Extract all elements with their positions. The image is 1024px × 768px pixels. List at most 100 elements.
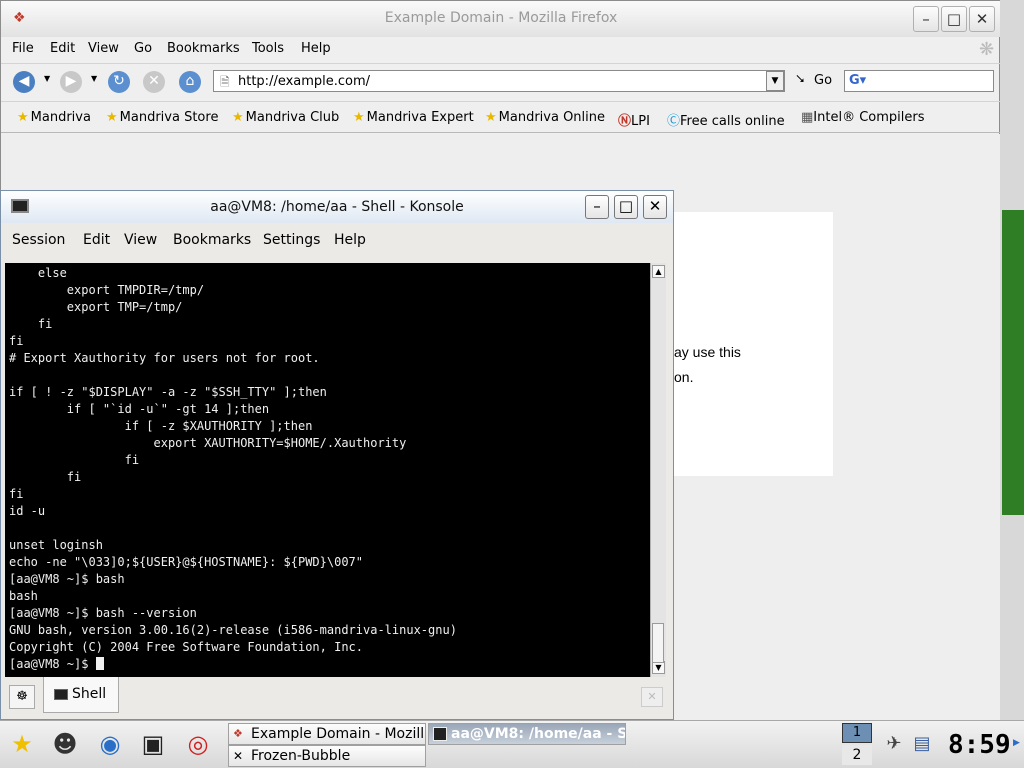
star-icon: ★ [353, 110, 365, 125]
bookmark-mandriva-club[interactable]: ★ Mandriva Club [232, 110, 339, 125]
kmenu-star-icon[interactable]: ★ [6, 728, 38, 760]
terminal-line: id -u [9, 504, 46, 518]
bookmark-mandriva-expert[interactable]: ★ Mandriva Expert [353, 110, 474, 125]
bookmark-intel-compilers[interactable]: ▦Intel® Compilers [801, 110, 925, 125]
star-icon: ★ [485, 110, 497, 125]
terminal-line: fi [124, 453, 140, 467]
terminal-line: [aa@VM8 ~]$ bash --version [9, 606, 197, 620]
terminal-line: # Export Xauthority for users not for ro… [9, 351, 320, 365]
terminal-text: else export TMPDIR=/tmp/ export TMP=/tmp… [9, 265, 457, 673]
terminal-line: if [ "`id -u`" -gt 14 ];then [66, 402, 270, 416]
terminal-prompt: [aa@VM8 ~]$ [9, 657, 96, 671]
scrollbar-thumb[interactable] [652, 623, 664, 663]
minimize-button[interactable]: – [585, 195, 609, 219]
maximize-button[interactable]: □ [941, 6, 967, 32]
bookmark-label: Mandriva [30, 110, 91, 125]
google-search-icon[interactable]: G▾ [849, 73, 866, 88]
desktop-pager-2[interactable]: 2 [842, 745, 872, 765]
search-input[interactable]: G▾ [844, 70, 994, 92]
minimize-button[interactable]: – [913, 6, 939, 32]
new-session-icon[interactable]: ☸ [9, 685, 35, 709]
terminal-line: fi [66, 470, 82, 484]
menu-view[interactable]: View [124, 232, 157, 248]
tab-shell[interactable]: Shell [43, 677, 119, 713]
stop-icon[interactable]: ✕ [143, 71, 165, 93]
terminal-line: if [ -z $XAUTHORITY ];then [124, 419, 313, 433]
task-firefox[interactable]: ❖ Example Domain - Mozilla Firefox [228, 723, 426, 745]
terminal-icon [54, 689, 68, 700]
bookmark-label: Free calls online [680, 114, 785, 129]
terminal-cursor [95, 657, 104, 670]
reload-icon[interactable]: ↻ [108, 71, 130, 93]
back-icon[interactable]: ◀ [13, 71, 35, 93]
tab-shell-label: Shell [72, 686, 107, 702]
terminal-line: export TMP=/tmp/ [66, 300, 183, 314]
firefox-titlebar[interactable]: ❖ Example Domain - Mozilla Firefox – □ ✕ [1, 1, 1001, 37]
x-window-icon: ✕ [233, 749, 244, 763]
page-icon: 🗎 [220, 75, 230, 89]
bookmark-label: Mandriva Store [119, 110, 219, 125]
bookmark-mandriva[interactable]: ★ Mandriva [17, 110, 91, 125]
lpi-icon: Ⓝ [618, 114, 632, 129]
menu-help[interactable]: Help [334, 232, 366, 248]
terminal-line: if [ ! -z "$DISPLAY" -a -z "$SSH_TTY" ];… [9, 385, 327, 399]
display-tray-icon[interactable]: ▤ [906, 728, 938, 760]
task-frozen-bubble[interactable]: ✕ Frozen-Bubble [228, 745, 426, 767]
penguin-icon[interactable]: ☻ [49, 728, 81, 760]
menu-bookmarks[interactable]: Bookmarks [167, 41, 240, 56]
star-icon: ★ [17, 110, 29, 125]
url-dropdown-button[interactable]: ▼ [766, 71, 784, 91]
terminal-launcher-icon[interactable]: ▣ [137, 728, 169, 760]
maximize-button[interactable]: □ [614, 195, 638, 219]
menu-help[interactable]: Help [301, 41, 331, 56]
terminal-line: export XAUTHORITY=$HOME/.Xauthority [153, 436, 407, 450]
url-text: http://example.com/ [238, 74, 371, 89]
taskbar-scroll-icon[interactable]: ▶ [1013, 738, 1020, 748]
terminal-scrollbar[interactable]: ▲ ▼ [650, 263, 666, 677]
konsole-window-title: aa@VM8: /home/aa - Shell - Konsole [210, 199, 464, 215]
clock[interactable]: 8:59 [948, 728, 1011, 762]
terminal-line: echo -ne "\033]0;${USER}@${HOSTNAME}: ${… [9, 555, 364, 569]
page-text-line-1: ay use this [674, 344, 741, 360]
menu-file[interactable]: File [12, 41, 34, 56]
home-icon[interactable]: ⌂ [179, 71, 201, 93]
forward-icon[interactable]: ▶ [60, 71, 82, 93]
terminal-line: fi [9, 334, 24, 348]
close-tab-icon[interactable]: ✕ [641, 687, 663, 707]
menu-tools[interactable]: Tools [252, 41, 284, 56]
bookmark-free-calls[interactable]: ⒸFree calls online [667, 110, 785, 129]
scroll-up-icon[interactable]: ▲ [652, 265, 665, 278]
go-icon[interactable]: ⭨ [796, 72, 804, 87]
task-konsole[interactable]: aa@VM8: /home/aa - Shell - Konsole [428, 723, 626, 745]
back-dropdown-icon[interactable]: ▼ [44, 74, 50, 83]
firefox-window-title: Example Domain - Mozilla Firefox [384, 10, 618, 26]
menu-bookmarks[interactable]: Bookmarks [173, 232, 251, 248]
desktop-background-detail [1002, 210, 1024, 515]
bookmark-lpi[interactable]: ⓃLPI [618, 110, 650, 129]
menu-view[interactable]: View [88, 41, 119, 56]
terminal-line: export TMPDIR=/tmp/ [66, 283, 205, 297]
page-icon: ▦ [801, 110, 814, 125]
bookmark-mandriva-store[interactable]: ★ Mandriva Store [106, 110, 218, 125]
skype-icon: Ⓒ [667, 114, 681, 129]
browser-globe-icon[interactable]: ◉ [94, 728, 126, 760]
url-bar[interactable]: 🗎 http://example.com/ [213, 70, 785, 92]
menu-session[interactable]: Session [12, 232, 65, 248]
terminal-line: fi [37, 317, 53, 331]
menu-edit[interactable]: Edit [50, 41, 75, 56]
forward-dropdown-icon[interactable]: ▼ [91, 74, 97, 83]
terminal-output[interactable]: else export TMPDIR=/tmp/ export TMP=/tmp… [5, 263, 650, 677]
terminal-icon [433, 727, 447, 741]
close-button[interactable]: ✕ [969, 6, 995, 32]
bookmark-mandriva-online[interactable]: ★ Mandriva Online [485, 110, 605, 125]
close-button[interactable]: ✕ [643, 195, 667, 219]
menu-edit[interactable]: Edit [83, 232, 110, 248]
konsole-titlebar[interactable]: aa@VM8: /home/aa - Shell - Konsole – □ ✕ [1, 191, 673, 223]
help-lifebuoy-icon[interactable]: ◎ [182, 728, 214, 760]
desktop-pager-1[interactable]: 1 [842, 723, 872, 743]
bookmark-label: LPI [631, 114, 650, 129]
menu-settings[interactable]: Settings [263, 232, 320, 248]
go-button[interactable]: Go [814, 73, 832, 88]
menu-go[interactable]: Go [134, 41, 152, 56]
terminal-line: bash [9, 589, 38, 603]
